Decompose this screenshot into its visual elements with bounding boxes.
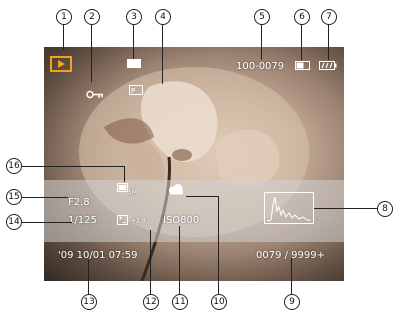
voice-memo-icon: [127, 59, 141, 68]
leader-line-2: [91, 24, 92, 82]
callout-3: 3: [126, 9, 142, 25]
leader-line-7: [328, 24, 329, 60]
svg-text:P: P: [131, 87, 135, 95]
callout-10: 10: [211, 294, 227, 310]
leader-line-1: [63, 24, 64, 50]
leader-line-12: [150, 230, 151, 294]
leader-line-9: [291, 258, 292, 294]
battery-icon: [319, 61, 337, 70]
callout-13: 13: [81, 294, 97, 310]
callout-8: 8: [377, 201, 393, 217]
dpof-icon: P: [129, 85, 143, 95]
callout-16: 16: [6, 158, 22, 174]
callout-9: 9: [284, 294, 300, 310]
leader-line-16v: [124, 166, 125, 182]
memory-card-icon: [295, 61, 310, 70]
key-icon: [86, 90, 103, 99]
leader-line-15: [22, 197, 68, 198]
shutter-speed: 1/125: [68, 215, 97, 226]
leader-line-3: [133, 24, 134, 59]
callout-15: 15: [6, 189, 22, 205]
date-time: '09 10/01 07:59: [58, 250, 138, 261]
leader-line-8: [314, 208, 382, 209]
callout-5: 5: [254, 9, 270, 25]
callout-7: 7: [321, 9, 337, 25]
callout-6: 6: [294, 9, 310, 25]
cloudy-wb-icon: [169, 184, 183, 195]
leader-line-14: [22, 222, 72, 223]
callout-11: 11: [172, 294, 188, 310]
leader-line-16: [22, 166, 124, 167]
iso-value: ISO800: [163, 215, 200, 226]
exposure-compensation: +2.0: [131, 218, 146, 225]
histogram-icon: [264, 192, 314, 224]
file-number: 100-0079: [236, 61, 285, 72]
leader-line-11: [179, 226, 180, 294]
callout-2: 2: [84, 9, 100, 25]
leader-line-6: [301, 24, 302, 60]
leader-line-13: [88, 260, 89, 294]
callout-4: 4: [155, 9, 171, 25]
leader-line-5: [261, 24, 262, 60]
callout-1: 1: [56, 9, 72, 25]
lcd-screen: P 100-0079 5M F2.8 1/125 +2.0 ISO800 '09…: [44, 47, 344, 281]
image-size-label: 5M: [128, 189, 137, 196]
leader-line-4: [162, 24, 163, 84]
callout-14: 14: [6, 214, 22, 230]
playback-icon: [50, 56, 72, 72]
exposure-icon: [117, 215, 128, 225]
leader-line-10h: [186, 196, 219, 197]
aperture-value: F2.8: [68, 197, 90, 208]
leader-line-10: [218, 196, 219, 294]
flower-photo: [79, 67, 309, 281]
callout-12: 12: [143, 294, 159, 310]
